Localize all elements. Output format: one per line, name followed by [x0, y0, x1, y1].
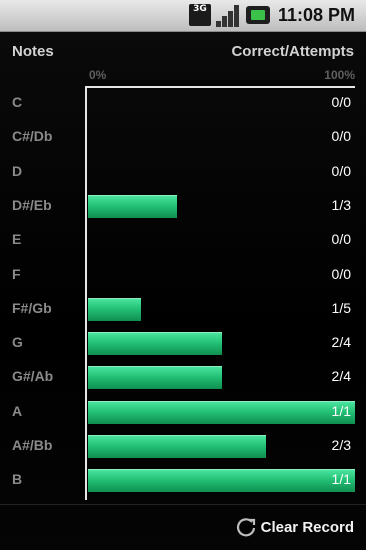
- scale-min-label: 0%: [89, 68, 107, 82]
- note-label: A: [12, 402, 23, 419]
- note-label: B: [12, 471, 23, 488]
- accuracy-bar: [88, 435, 266, 458]
- accuracy-bar: [88, 469, 355, 493]
- footer-divider: [0, 504, 366, 505]
- note-row: A 1/1: [0, 395, 366, 429]
- ratio-column-header: Correct/Attempts: [231, 43, 354, 60]
- accuracy-bar: [88, 297, 141, 321]
- ratio-value: 0/0: [331, 162, 351, 179]
- ratio-value: 0/0: [331, 231, 351, 248]
- ratio-value: 0/0: [331, 128, 351, 145]
- note-row: E 0/0: [0, 223, 366, 257]
- accuracy-bar: [88, 194, 177, 218]
- note-label: C#/Db: [12, 128, 53, 145]
- battery-icon: [246, 6, 270, 24]
- note-label: D: [12, 162, 23, 179]
- note-label: G#/Ab: [12, 368, 54, 385]
- note-row: C#/Db 0/0: [0, 120, 366, 154]
- status-time: 11:08 PM: [278, 5, 356, 25]
- ratio-value: 1/1: [331, 471, 351, 488]
- note-label: A#/Bb: [12, 437, 53, 453]
- note-row: G 2/4: [0, 326, 366, 360]
- note-row: G#/Ab 2/4: [0, 360, 366, 394]
- note-row: C 0/0: [0, 86, 366, 120]
- notes-column-header: Notes: [12, 43, 54, 60]
- note-label: D#/Eb: [12, 196, 52, 213]
- note-row: B 1/1: [0, 463, 366, 497]
- ratio-value: 2/4: [331, 368, 351, 385]
- scale-max-label: 100%: [324, 68, 355, 82]
- note-row: F 0/0: [0, 258, 366, 292]
- clear-record-label: Clear Record: [260, 518, 354, 536]
- note-label: G: [12, 334, 23, 351]
- ratio-value: 1/5: [331, 299, 351, 316]
- note-row: A#/Bb 2/3: [0, 429, 366, 463]
- status-bar: 3G 11:08 PM: [0, 0, 366, 32]
- note-row: D#/Eb 1/3: [0, 189, 366, 223]
- ratio-value: 1/3: [331, 196, 351, 213]
- note-label: F#/Gb: [12, 299, 52, 316]
- accuracy-bar: [88, 400, 355, 424]
- note-label: F: [12, 265, 21, 282]
- ratio-value: 1/1: [331, 402, 351, 419]
- ratio-value: 0/0: [331, 94, 351, 110]
- accuracy-bar: [88, 332, 222, 356]
- note-row: F#/Gb 1/5: [0, 292, 366, 326]
- refresh-icon: [236, 518, 255, 537]
- network-3g-icon: 3G: [189, 4, 211, 26]
- signal-strength-icon: [215, 3, 241, 27]
- accuracy-bar: [88, 366, 222, 390]
- ratio-value: 0/0: [331, 265, 351, 282]
- ratio-value: 2/4: [331, 334, 351, 351]
- note-label: C: [12, 94, 23, 110]
- clear-record-button[interactable]: Clear Record: [235, 516, 354, 538]
- note-row: D 0/0: [0, 155, 366, 189]
- note-label: E: [12, 231, 22, 248]
- ratio-value: 2/3: [331, 437, 351, 453]
